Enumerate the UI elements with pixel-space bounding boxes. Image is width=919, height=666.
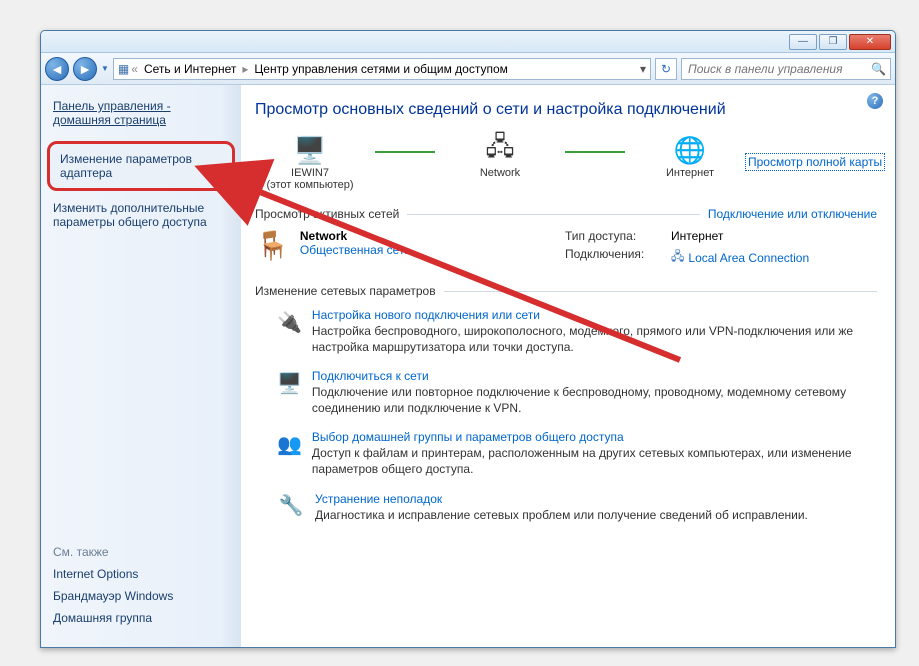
chevron-icon: « <box>131 62 138 76</box>
back-button[interactable]: ◄ <box>45 57 69 81</box>
network-map-row: 🖥️ IEWIN7 (этот компьютер) 🖧 Network 🌐 И… <box>255 133 877 191</box>
homegroup-link[interactable]: Домашняя группа <box>53 611 229 625</box>
control-panel-icon: ▦ <box>118 62 129 76</box>
change-sharing-settings-link[interactable]: Изменить дополнительные параметры общего… <box>53 201 229 229</box>
see-full-map-link[interactable]: Просмотр полной карты <box>745 153 885 171</box>
item-description: Доступ к файлам и принтерам, расположенн… <box>312 446 877 477</box>
access-type-label: Тип доступа: <box>565 229 665 243</box>
map-connector <box>375 151 435 153</box>
network-icon: 🖧 <box>480 133 520 167</box>
troubleshoot-item: 🔧 Устранение неполадок Диагностика и исп… <box>277 492 877 524</box>
minimize-button[interactable]: — <box>789 34 817 50</box>
chevron-right-icon: ▸ <box>242 62 248 76</box>
network-name: Network <box>300 229 411 243</box>
ethernet-icon: 🖧 <box>671 247 684 268</box>
connect-to-network-link[interactable]: Подключиться к сети <box>312 369 877 383</box>
access-type-value: Интернет <box>671 229 723 243</box>
breadcrumb-segment[interactable]: Сеть и Интернет <box>140 62 240 76</box>
search-box[interactable]: 🔍 <box>681 58 891 80</box>
map-node-sublabel: (этот компьютер) <box>266 179 353 191</box>
control-panel-home-link[interactable]: Панель управления - домашняя страница <box>53 99 229 127</box>
connect-disconnect-link[interactable]: Подключение или отключение <box>708 207 877 221</box>
dropdown-icon[interactable]: ▾ <box>640 62 646 76</box>
troubleshoot-icon: 🔧 <box>277 492 305 520</box>
internet-options-link[interactable]: Internet Options <box>53 567 229 581</box>
map-node-network: 🖧 Network <box>445 133 555 179</box>
item-description: Подключение или повторное подключение к … <box>312 385 877 416</box>
maximize-button[interactable]: ❐ <box>819 34 847 50</box>
nav-history-dropdown[interactable]: ▼ <box>101 64 109 73</box>
window-body: Панель управления - домашняя страница Из… <box>41 85 895 647</box>
titlebar: — ❐ ✕ <box>41 31 895 53</box>
see-also-header: См. также <box>53 545 229 559</box>
setup-new-connection-item: 🔌 Настройка нового подключения или сети … <box>277 308 877 355</box>
address-bar: ◄ ► ▼ ▦ « Сеть и Интернет ▸ Центр управл… <box>41 53 895 85</box>
computer-icon: 🖥️ <box>290 133 330 167</box>
network-sharing-center-window: — ❐ ✕ ◄ ► ▼ ▦ « Сеть и Интернет ▸ Центр … <box>40 30 896 648</box>
close-button[interactable]: ✕ <box>849 34 891 50</box>
forward-button[interactable]: ► <box>73 57 97 81</box>
connect-to-network-item: 🖥️ Подключиться к сети Подключение или п… <box>277 369 877 416</box>
network-type-link[interactable]: Общественная сеть <box>300 243 411 257</box>
breadcrumb-segment[interactable]: Центр управления сетями и общим доступом <box>250 62 512 76</box>
refresh-icon: ↻ <box>661 62 671 76</box>
item-description: Настройка беспроводного, широкополосного… <box>312 324 877 355</box>
arrow-right-icon: ► <box>78 61 92 77</box>
setup-new-connection-link[interactable]: Настройка нового подключения или сети <box>312 308 877 322</box>
content-pane: ? Просмотр основных сведений о сети и на… <box>241 85 895 647</box>
map-node-label: IEWIN7 <box>291 167 329 179</box>
search-icon: 🔍 <box>871 62 886 76</box>
network-map: 🖥️ IEWIN7 (этот компьютер) 🖧 Network 🌐 И… <box>255 133 745 191</box>
windows-firewall-link[interactable]: Брандмауэр Windows <box>53 589 229 603</box>
troubleshoot-link[interactable]: Устранение неполадок <box>315 492 808 506</box>
globe-icon: 🌐 <box>670 133 710 167</box>
page-title: Просмотр основных сведений о сети и наст… <box>255 101 877 119</box>
homegroup-icon: 👥 <box>277 430 302 458</box>
search-input[interactable] <box>686 61 867 77</box>
homegroup-sharing-link[interactable]: Выбор домашней группы и параметров общег… <box>312 430 877 444</box>
connections-label: Подключения: <box>565 247 665 268</box>
help-icon[interactable]: ? <box>867 93 883 109</box>
change-settings-header: Изменение сетевых параметров <box>255 284 877 298</box>
refresh-button[interactable]: ↻ <box>655 58 677 80</box>
map-node-this-computer: 🖥️ IEWIN7 (этот компьютер) <box>255 133 365 191</box>
section-label: Просмотр активных сетей <box>255 207 399 221</box>
map-node-label: Network <box>480 167 520 179</box>
map-node-internet: 🌐 Интернет <box>635 133 745 179</box>
homegroup-sharing-item: 👥 Выбор домашней группы и параметров общ… <box>277 430 877 477</box>
item-description: Диагностика и исправление сетевых пробле… <box>315 508 808 524</box>
section-label: Изменение сетевых параметров <box>255 284 436 298</box>
breadcrumb[interactable]: ▦ « Сеть и Интернет ▸ Центр управления с… <box>113 58 651 80</box>
connect-network-icon: 🖥️ <box>277 369 302 397</box>
arrow-left-icon: ◄ <box>50 61 64 77</box>
map-connector <box>565 151 625 153</box>
map-node-label: Интернет <box>666 167 714 179</box>
active-network-row: 🪑 Network Общественная сеть Тип доступа:… <box>255 229 877 268</box>
connection-wizard-icon: 🔌 <box>277 308 302 336</box>
active-networks-header: Просмотр активных сетей Подключение или … <box>255 207 877 221</box>
connection-link[interactable]: 🖧 Local Area Connection <box>671 247 809 268</box>
sidebar: Панель управления - домашняя страница Из… <box>41 85 241 647</box>
park-bench-icon: 🪑 <box>255 229 290 268</box>
change-adapter-settings-link[interactable]: Изменение параметров адаптера <box>47 141 235 191</box>
